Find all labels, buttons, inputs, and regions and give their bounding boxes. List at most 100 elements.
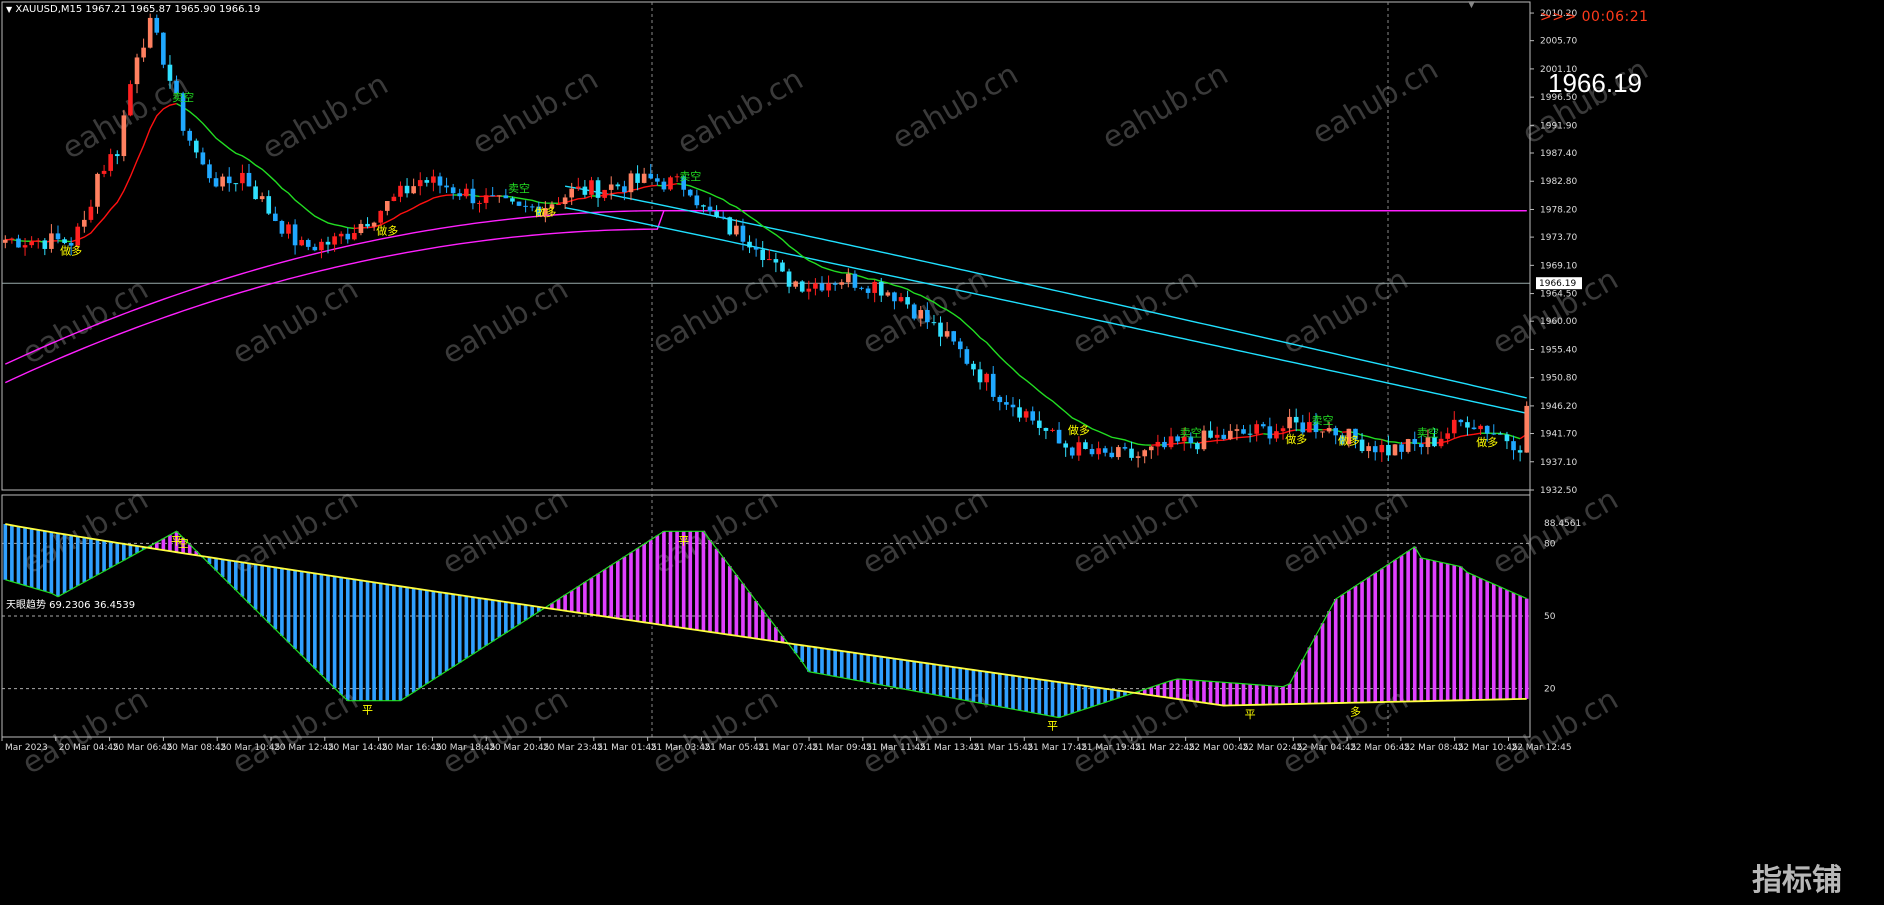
candle-body [1458,419,1464,423]
candle-body [1089,448,1095,455]
candle-body [1155,441,1161,447]
time-tick-label: 21 Mar 22:45 [1135,743,1195,753]
price-tick-label: 1946.20 [1540,402,1577,412]
candle-body [582,186,588,195]
candle-body [134,57,140,85]
candle-body [760,249,766,261]
candle-body [753,247,759,250]
sell-signal-label: 卖空 [1417,426,1439,440]
candle-body [852,273,858,288]
candle-body [1135,456,1141,458]
time-tick-label: 21 Mar 15:45 [973,743,1033,753]
candle-body [1412,439,1418,445]
candle-body [95,173,100,207]
sell-signal-label: 卖空 [679,169,701,183]
time-tick-label: 20 Mar 12:45 [274,743,334,753]
candle-body [490,195,495,197]
candle-body [1063,443,1068,448]
candle-body [859,287,864,289]
candle-body [200,152,206,165]
time-tick-label: Mar 2023 [5,743,48,753]
candle-body [88,206,94,220]
candle-body [1478,425,1483,430]
time-tick-label: 20 Mar 06:45 [113,743,173,753]
indicator-marker-label: 平 [171,534,182,547]
candle-body [1405,439,1411,452]
time-tick-label: 22 Mar 00:45 [1189,743,1249,753]
candle-body [1293,416,1299,423]
candle-body [1451,419,1457,434]
indicator-scale-label: 20 [1544,685,1556,695]
time-tick-label: 21 Mar 19:45 [1081,743,1141,753]
candle-body [1517,450,1523,453]
candle-body [286,224,291,234]
candle-body [82,219,87,227]
candle-body [1122,447,1128,449]
candle-body [786,271,792,287]
candle-body [1129,448,1134,458]
candle-body [1399,444,1404,452]
candle-body [622,186,627,193]
candle-body [1379,444,1385,453]
candle-body [1056,429,1062,444]
collapse-triangle-icon[interactable]: ▼ [6,5,12,14]
candle-body [1320,431,1325,433]
candle-body [628,173,634,193]
candle-body [819,283,825,291]
candle-body [1228,430,1233,439]
buy-signal-label: 做多 [1476,435,1498,449]
price-tick-label: 1982.80 [1540,177,1577,187]
candle-body [944,331,950,337]
candle-body [1116,447,1121,458]
candle-body [1069,447,1075,456]
candle-body [246,172,252,187]
indicator-scale-label: 50 [1544,612,1556,622]
candle-body [687,189,693,196]
candle-body [694,195,700,206]
candle-body [813,283,818,289]
candle-body [661,181,667,190]
candle-body [510,198,515,202]
candle-body [1504,434,1510,442]
chart-canvas[interactable]: eahub.cn eahub.cn eahub.cn eahub.cn eahub.cn… [0,0,1884,905]
time-tick-label: 21 Mar 09:45 [812,743,872,753]
candle-body [470,188,476,204]
candle-body [1254,424,1259,434]
candle-body [938,322,943,337]
candle-body [1484,425,1490,434]
candle-body [1471,427,1477,430]
candle-body [450,187,456,194]
time-tick-label: 21 Mar 05:45 [704,743,764,753]
candle-body [562,197,568,205]
candle-body [128,84,133,116]
candle-body [1260,424,1266,427]
candle-body [424,180,430,183]
price-tick-label: 1969.10 [1540,261,1577,271]
buy-signal-label: 做多 [534,205,556,219]
candle-body [437,176,443,186]
candle-body [49,233,54,249]
candle-body [1010,404,1016,408]
scroll-shift-triangle-icon[interactable]: ▼ [1468,0,1475,10]
candle-body [299,239,304,246]
price-tick-label: 1991.90 [1540,121,1577,131]
candle-body [964,349,970,364]
time-tick-label: 21 Mar 17:45 [1027,743,1087,753]
candle-body [352,233,357,240]
bar-countdown-timer: >>> 00:06:21 [1540,9,1649,25]
candle-body [1280,428,1286,432]
candle-body [325,241,331,245]
current-price-label: 1966.19 [1539,279,1576,289]
buy-signal-label: 做多 [1338,434,1360,448]
time-tick-label: 21 Mar 07:45 [758,743,818,753]
candle-body [266,196,272,214]
candle-body [259,196,265,200]
time-tick-label: 21 Mar 01:45 [597,743,657,753]
time-tick-label: 20 Mar 18:45 [435,743,495,753]
candle-body [1359,439,1365,452]
candle-body [925,310,930,323]
candle-body [108,154,113,171]
candle-body [378,210,384,223]
candle-body [1109,452,1115,458]
candle-body [312,246,318,251]
